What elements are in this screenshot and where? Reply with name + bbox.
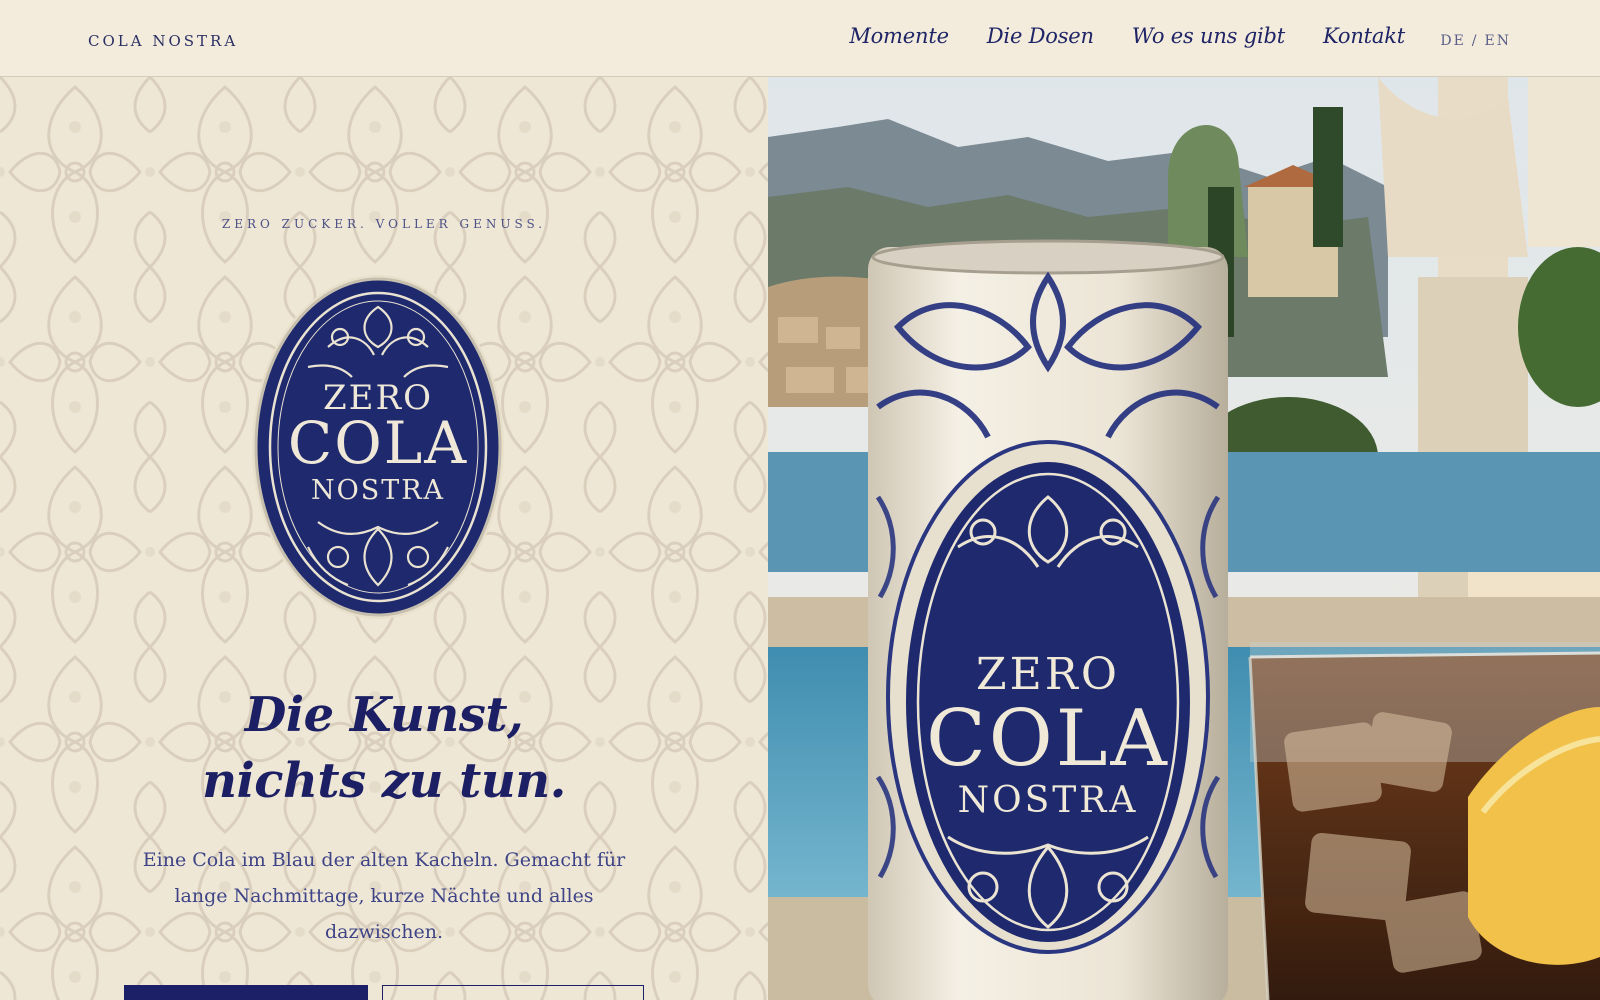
hero-tagline: ZERO ZUCKER. VOLLER GENUSS. xyxy=(221,217,547,231)
badge-text-nostra: NOSTRA xyxy=(311,475,445,506)
nav-link-die-dosen[interactable]: Die Dosen xyxy=(987,24,1094,48)
can-text-zero: ZERO xyxy=(976,649,1120,700)
lang-de[interactable]: DE xyxy=(1440,33,1465,49)
secondary-cta-button[interactable] xyxy=(382,985,644,1000)
lang-en[interactable]: EN xyxy=(1485,33,1511,49)
main-nav: Momente Die Dosen Wo es uns gibt Kontakt xyxy=(849,24,1405,48)
hero-headline: Die Kunst, nichts zu tun. xyxy=(0,682,768,814)
glass-with-ice-image xyxy=(1248,642,1600,1000)
can-text-nostra: NOSTRA xyxy=(958,780,1139,821)
nav-link-momente[interactable]: Momente xyxy=(849,24,949,48)
can-text-cola: COLA xyxy=(926,694,1170,784)
headline-line-1: Die Kunst, xyxy=(244,687,524,743)
headline-line-2: nichts zu tun. xyxy=(202,753,566,809)
nav-link-wo-es-uns-gibt[interactable]: Wo es uns gibt xyxy=(1132,24,1285,48)
primary-cta-button[interactable] xyxy=(124,985,368,1000)
lang-separator: / xyxy=(1471,33,1479,49)
hero-description: Eine Cola im Blau der alten Kacheln. Gem… xyxy=(142,849,626,943)
cola-can-image: ZERO COLA NOSTRA xyxy=(868,239,1228,1000)
site-header: COLA NOSTRA Momente Die Dosen Wo es uns … xyxy=(0,0,1600,77)
badge-text-cola: COLA xyxy=(288,409,468,477)
cola-nostra-badge-logo: ZERO COLA NOSTRA xyxy=(252,275,504,619)
hero-photo: ZERO COLA NOSTRA xyxy=(768,77,1600,1000)
nav-link-kontakt[interactable]: Kontakt xyxy=(1323,24,1405,48)
hero-text-panel: ZERO ZUCKER. VOLLER GENUSS. ZERO COLA NO… xyxy=(0,77,768,1000)
language-switcher: DE / EN xyxy=(1440,33,1511,49)
brand-logo[interactable]: COLA NOSTRA xyxy=(88,32,238,50)
